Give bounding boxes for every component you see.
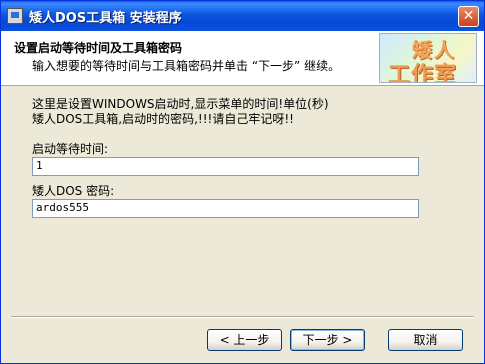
password-input[interactable]: ardos555 bbox=[32, 199, 419, 218]
page-subtitle: 输入想要的等待时间与工具箱密码并单击 “下一步” 继续。 bbox=[32, 59, 341, 73]
info-text: 这里是设置WINDOWS启动时,显示菜单的时间!单位(秒) 矮人DOS工具箱,启… bbox=[32, 97, 329, 126]
page-title: 设置启动等待时间及工具箱密码 bbox=[14, 41, 183, 55]
wait-time-input[interactable]: 1 bbox=[32, 157, 419, 176]
logo-text-line2: 工作室 bbox=[388, 63, 458, 83]
password-label: 矮人DOS 密码: bbox=[32, 184, 115, 198]
title-bar[interactable]: 矮人DOS工具箱 安装程序 ✕ bbox=[1, 1, 484, 31]
app-icon bbox=[7, 8, 23, 24]
installer-window: 矮人DOS工具箱 安装程序 ✕ 设置启动等待时间及工具箱密码 输入想要的等待时间… bbox=[0, 0, 485, 364]
studio-logo: 矮人 工作室 bbox=[379, 33, 477, 83]
wizard-header: 设置启动等待时间及工具箱密码 输入想要的等待时间与工具箱密码并单击 “下一步” … bbox=[1, 31, 484, 86]
next-button[interactable]: 下一步 > bbox=[290, 329, 365, 351]
window-title: 矮人DOS工具箱 安装程序 bbox=[29, 11, 182, 26]
cancel-button[interactable]: 取消 bbox=[388, 329, 463, 351]
wait-time-label: 启动等待时间: bbox=[32, 142, 109, 156]
close-button[interactable]: ✕ bbox=[458, 6, 479, 27]
back-button[interactable]: < 上一步 bbox=[207, 329, 282, 351]
bottom-separator bbox=[11, 316, 474, 318]
